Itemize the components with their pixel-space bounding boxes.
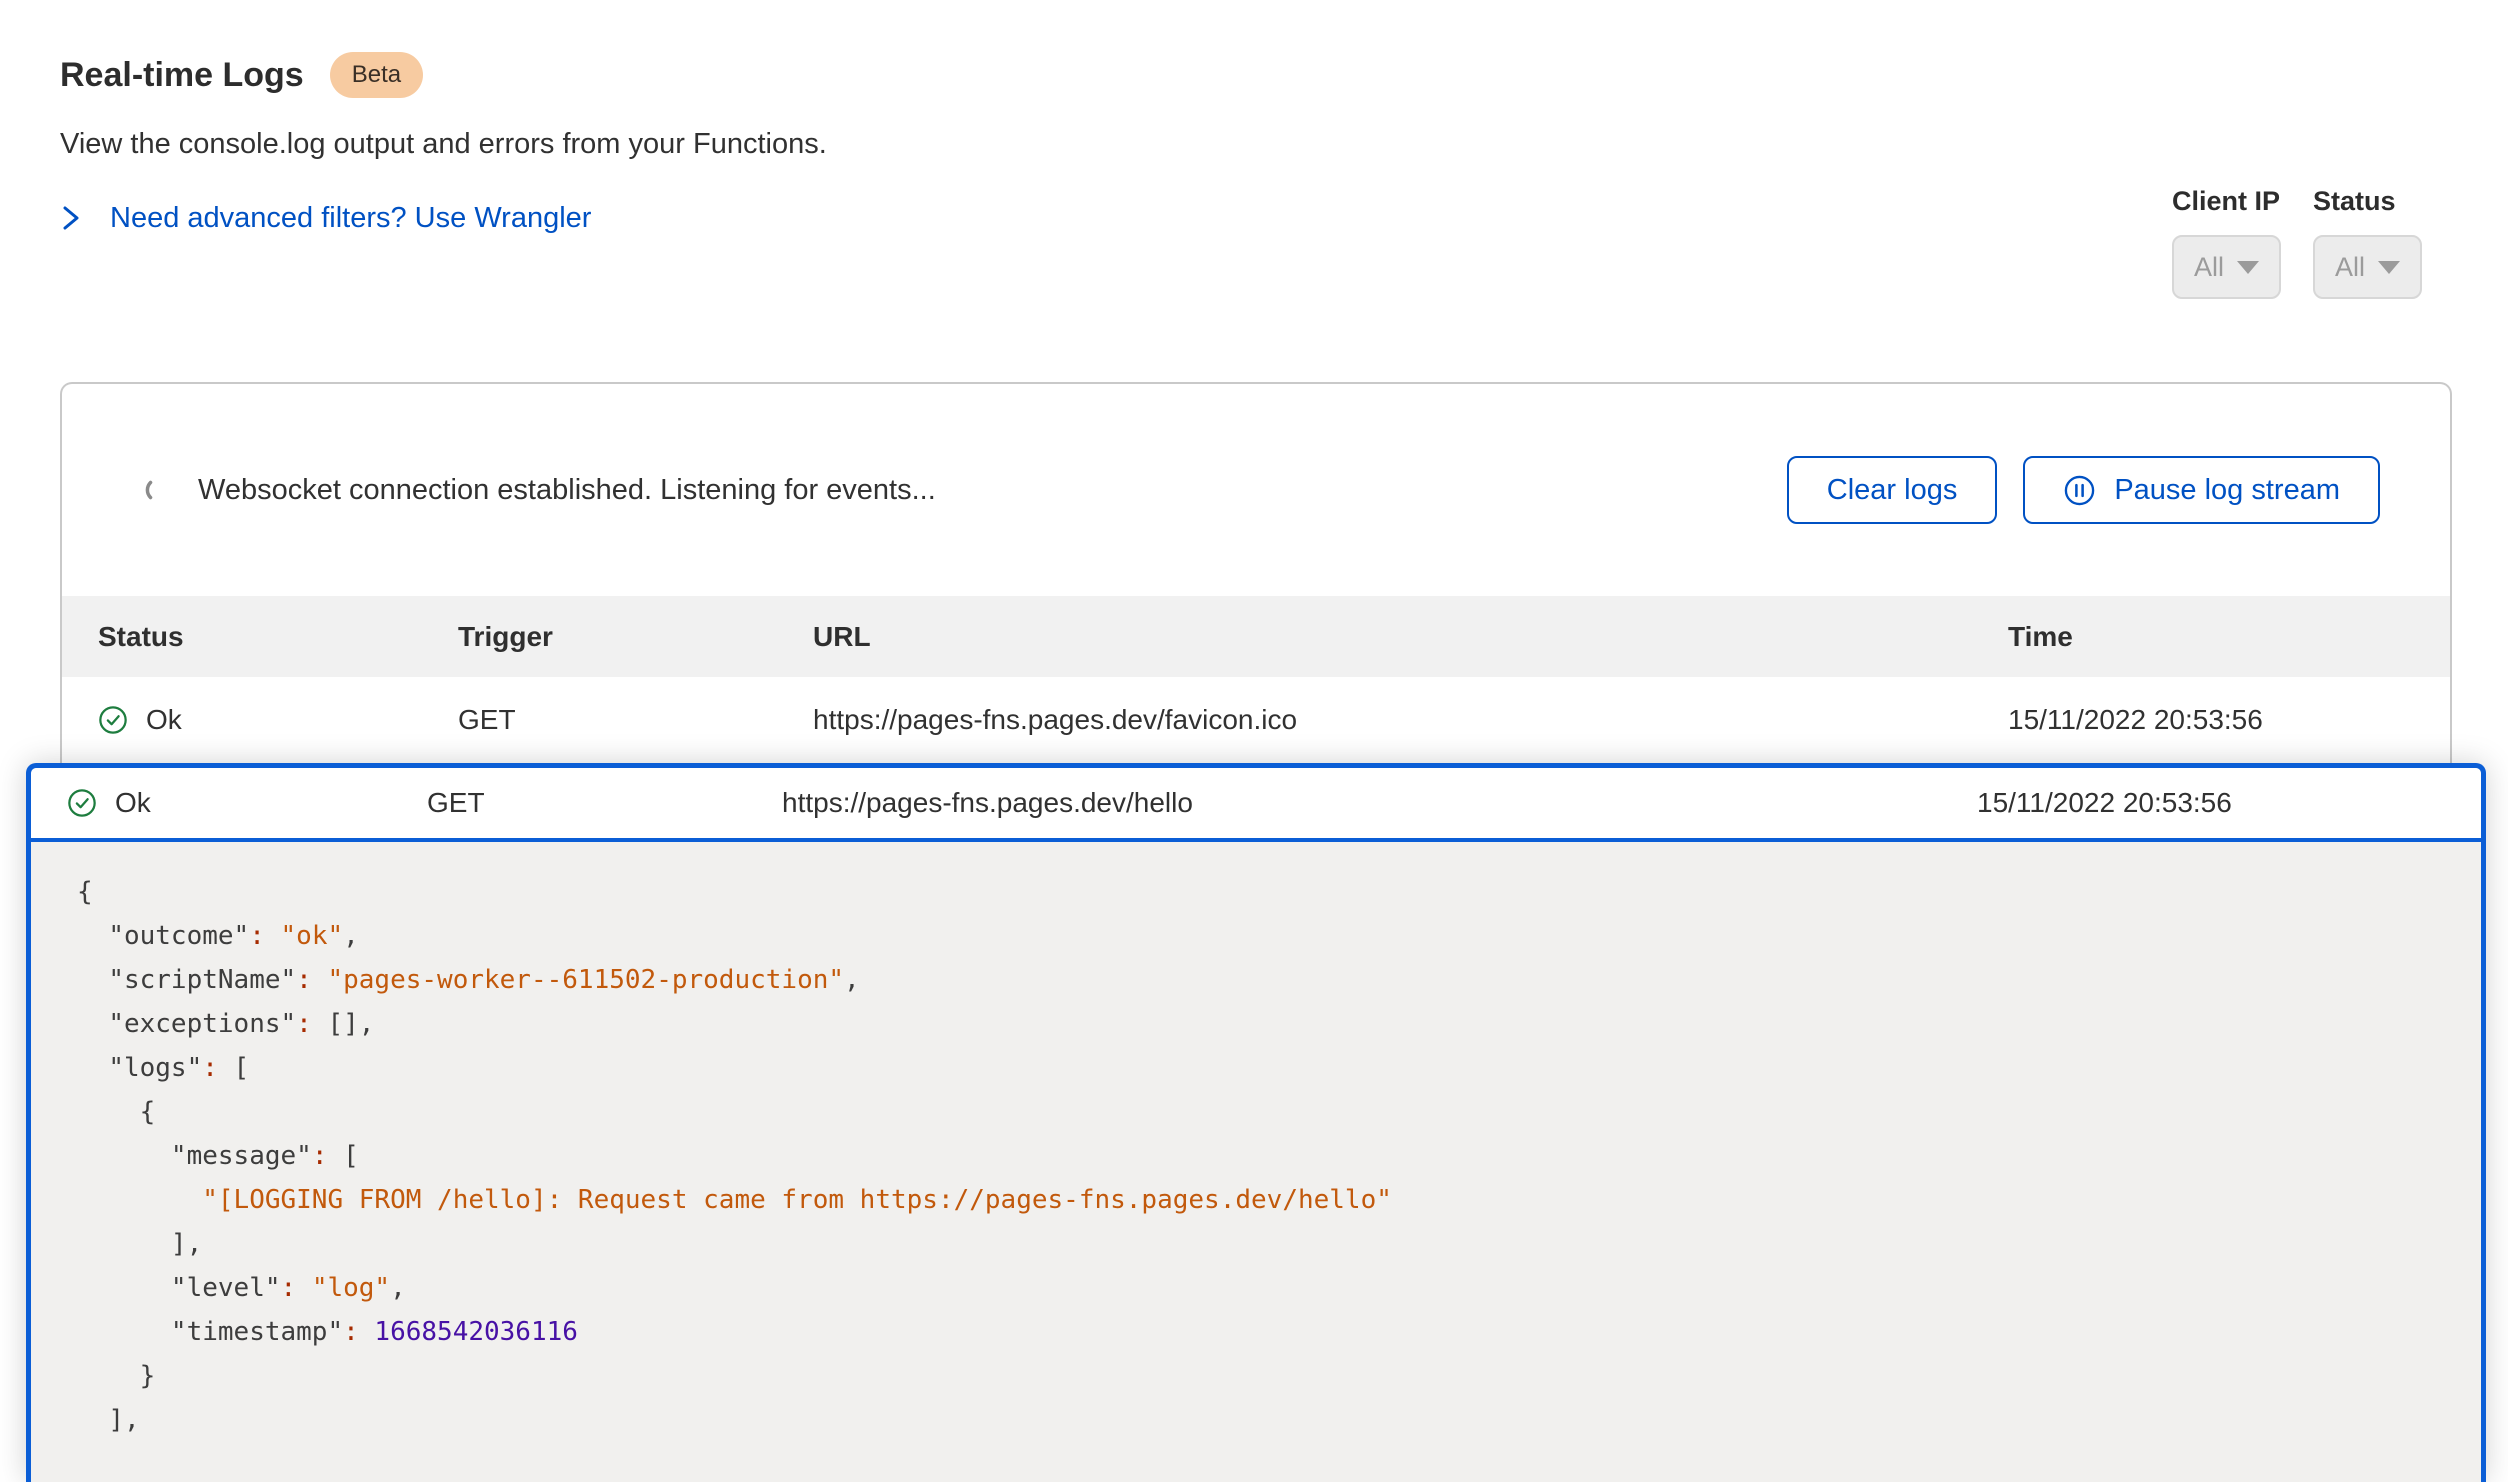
client-ip-filter-label: Client IP [2172, 186, 2281, 217]
loading-spinner-icon [144, 476, 172, 504]
status-cell: Ok [98, 704, 458, 736]
client-ip-filter-dropdown[interactable]: All [2172, 235, 2281, 299]
url-cell: https://pages-fns.pages.dev/hello [782, 787, 1977, 819]
log-detail-json: { "outcome": "ok", "scriptName": "pages-… [31, 842, 2481, 1482]
clear-logs-label: Clear logs [1827, 474, 1958, 507]
beta-badge: Beta [330, 52, 423, 98]
trigger-cell: GET [458, 704, 813, 736]
status-filter: Status All [2313, 186, 2422, 299]
url-cell: https://pages-fns.pages.dev/favicon.ico [813, 704, 2008, 736]
status-ok-icon [67, 788, 97, 818]
client-ip-filter-value: All [2194, 252, 2224, 283]
column-header-status: Status [98, 621, 458, 653]
column-header-time: Time [2008, 621, 2450, 653]
pause-log-stream-label: Pause log stream [2114, 474, 2340, 507]
status-cell: Ok [67, 787, 427, 819]
websocket-status-message: Websocket connection established. Listen… [198, 474, 936, 507]
pause-log-stream-button[interactable]: Pause log stream [2023, 456, 2380, 524]
caret-down-icon [2237, 261, 2259, 274]
column-header-url: URL [813, 621, 2008, 653]
json-code-block: { "outcome": "ok", "scriptName": "pages-… [77, 870, 2441, 1442]
log-table-row-selected[interactable]: Ok GET https://pages-fns.pages.dev/hello… [31, 768, 2481, 842]
time-cell: 15/11/2022 20:53:56 [1977, 787, 2481, 819]
wrangler-filters-link[interactable]: Need advanced filters? Use Wrangler [60, 201, 827, 235]
log-filters: Client IP All Status All [2172, 186, 2422, 299]
title-row: Real-time Logs Beta [60, 52, 827, 98]
toolbar-buttons: Clear logs Pause log stream [1787, 456, 2380, 524]
client-ip-filter: Client IP All [2172, 186, 2281, 299]
status-label: Ok [115, 787, 151, 819]
pause-icon [2063, 474, 2096, 507]
page-title: Real-time Logs [60, 56, 304, 95]
page-subtitle: View the console.log output and errors f… [60, 128, 827, 161]
log-stream-toolbar: Websocket connection established. Listen… [62, 384, 2450, 596]
log-table-header: Status Trigger URL Time [62, 596, 2450, 677]
column-header-trigger: Trigger [458, 621, 813, 653]
page-header: Real-time Logs Beta View the console.log… [60, 52, 827, 235]
status-label: Ok [146, 704, 182, 736]
status-filter-value: All [2335, 252, 2365, 283]
status-filter-dropdown[interactable]: All [2313, 235, 2422, 299]
caret-down-icon [2378, 261, 2400, 274]
log-stream-panel: Websocket connection established. Listen… [60, 382, 2452, 1444]
wrangler-link-label: Need advanced filters? Use Wrangler [110, 202, 591, 235]
status-filter-label: Status [2313, 186, 2422, 217]
clear-logs-button[interactable]: Clear logs [1787, 456, 1998, 524]
log-table-row[interactable]: Ok GET https://pages-fns.pages.dev/favic… [62, 677, 2450, 763]
expanded-log-row: Ok GET https://pages-fns.pages.dev/hello… [26, 763, 2486, 1482]
trigger-cell: GET [427, 787, 782, 819]
status-ok-icon [98, 705, 128, 735]
time-cell: 15/11/2022 20:53:56 [2008, 704, 2450, 736]
chevron-right-icon [60, 201, 82, 235]
